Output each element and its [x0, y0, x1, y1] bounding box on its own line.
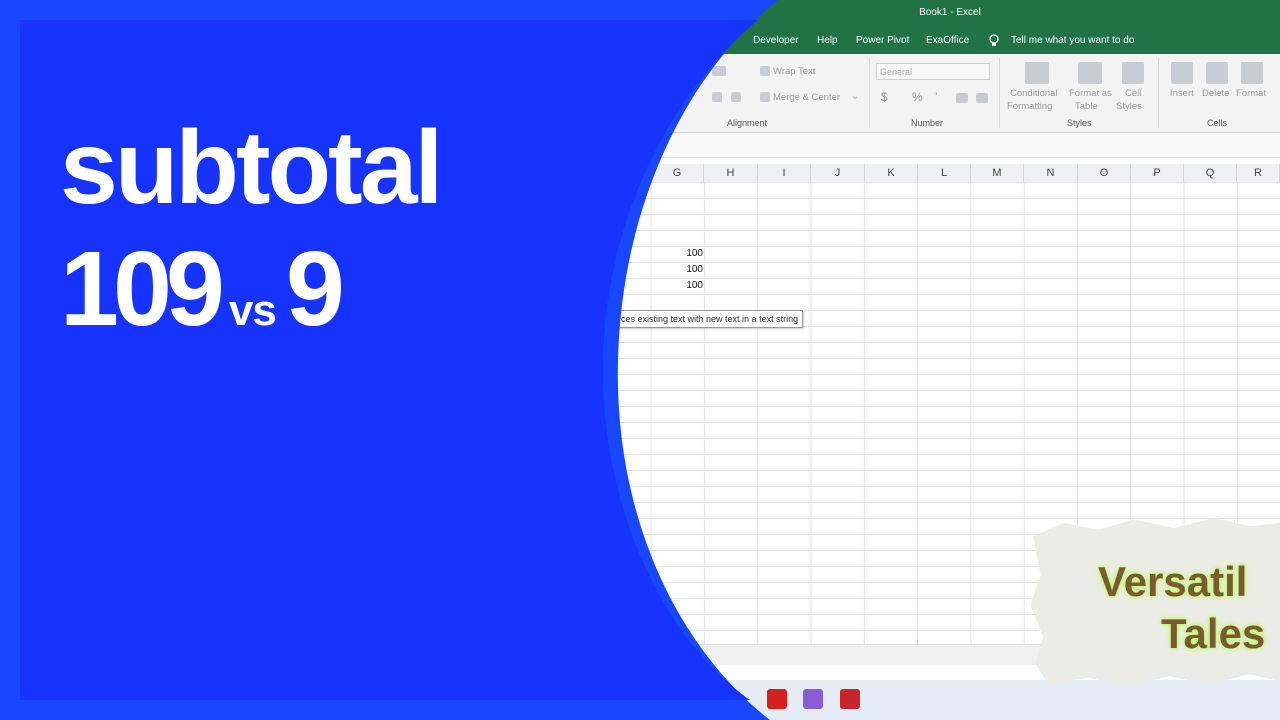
cell-g-value[interactable]: 100 [652, 264, 703, 275]
cell-g-value[interactable]: 100 [652, 248, 703, 259]
merge-center-button[interactable]: Merge & Center [773, 92, 840, 103]
column-header-m[interactable]: M [971, 164, 1024, 182]
column-header-o[interactable]: O [1078, 164, 1131, 182]
delete-cells-icon [1206, 62, 1228, 84]
group-cells: Cells [1207, 118, 1228, 128]
ribbon-separator [999, 58, 1000, 128]
tell-me-search[interactable]: Tell me what you want to do [1011, 35, 1134, 46]
decrease-decimal-icon[interactable] [976, 93, 988, 103]
merge-dropdown-chevron-icon[interactable]: ⌄ [851, 91, 859, 102]
group-number: Number [911, 118, 944, 128]
conditional-formatting-button[interactable]: Conditional [1010, 88, 1058, 99]
currency-button[interactable]: $ [881, 90, 888, 104]
logo-text-line-2: Tales [1161, 610, 1266, 657]
column-header-h[interactable]: H [704, 164, 758, 182]
format-as-table-icon [1078, 62, 1102, 84]
ribbon-separator [869, 58, 870, 128]
mail-app-icon[interactable] [840, 689, 860, 709]
merge-center-icon [760, 92, 770, 102]
column-header-n[interactable]: N [1024, 164, 1078, 182]
title-bar: Book1 - Excel [0, 0, 1280, 28]
format-cells-icon [1241, 62, 1263, 84]
column-header-g[interactable]: G [651, 164, 704, 182]
number-format-select[interactable]: General [876, 63, 990, 80]
wrap-text-icon [760, 66, 770, 76]
taskbar [0, 680, 1280, 720]
conditional-formatting-icon [1025, 62, 1049, 84]
lightbulb-icon [989, 34, 999, 46]
cell-styles-icon [1122, 62, 1144, 84]
ribbon-separator [1158, 58, 1159, 128]
tab-exaoffice[interactable]: ExaOffice [926, 35, 969, 46]
column-header-l[interactable]: L [918, 164, 971, 182]
ribbon: Wrap Text Merge & Center ⌄ Alignment Gen… [0, 54, 1280, 133]
orientation-icon[interactable] [712, 66, 726, 76]
channel-logo: Versatil Tales [1030, 517, 1280, 687]
logo-text-line-1: Versatil [1098, 558, 1248, 605]
window-title: Book1 - Excel [919, 7, 981, 18]
format-as-table-button[interactable]: Format as [1069, 88, 1112, 99]
column-header-p[interactable]: P [1131, 164, 1184, 182]
column-header-j[interactable]: J [811, 164, 865, 182]
formula-bar[interactable] [0, 133, 1280, 158]
cell-g-value[interactable]: 100 [652, 280, 703, 291]
insert-cells-icon [1171, 62, 1193, 84]
column-header-r[interactable]: R [1237, 164, 1280, 182]
column-header-q[interactable]: Q [1184, 164, 1237, 182]
conditional-formatting-label: Formatting [1007, 101, 1053, 112]
media-app-icon[interactable] [803, 689, 823, 709]
percent-button[interactable]: % [912, 90, 923, 104]
cell-styles-button[interactable]: Cell [1125, 88, 1141, 99]
format-button[interactable]: Format [1236, 88, 1266, 99]
column-header-i[interactable]: I [758, 164, 811, 182]
column-header-k[interactable]: K [865, 164, 918, 182]
increase-indent-icon[interactable] [731, 92, 741, 102]
insert-button[interactable]: Insert [1170, 88, 1194, 99]
tab-developer[interactable]: Developer [753, 35, 799, 46]
tab-help[interactable]: Help [817, 35, 838, 46]
comma-style-button[interactable]: ’ [935, 90, 938, 104]
delete-button[interactable]: Delete [1202, 88, 1229, 99]
tab-power-pivot[interactable]: Power Pivot [856, 35, 909, 46]
increase-decimal-icon[interactable] [956, 93, 968, 103]
pdf-app-icon[interactable] [767, 689, 787, 709]
group-styles: Styles [1067, 118, 1092, 128]
format-as-table-label: Table [1075, 101, 1098, 112]
menu-bar: Developer Help Power Pivot ExaOffice Tel… [0, 28, 1280, 54]
wrap-text-button[interactable]: Wrap Text [773, 66, 815, 77]
function-tooltip: ces existing text with new text in a tex… [608, 310, 804, 328]
group-alignment: Alignment [727, 118, 768, 128]
decrease-indent-icon[interactable] [712, 92, 722, 102]
column-headers: G H I J K L M N O P Q R [0, 164, 1280, 183]
cell-styles-label: Styles [1116, 101, 1142, 112]
